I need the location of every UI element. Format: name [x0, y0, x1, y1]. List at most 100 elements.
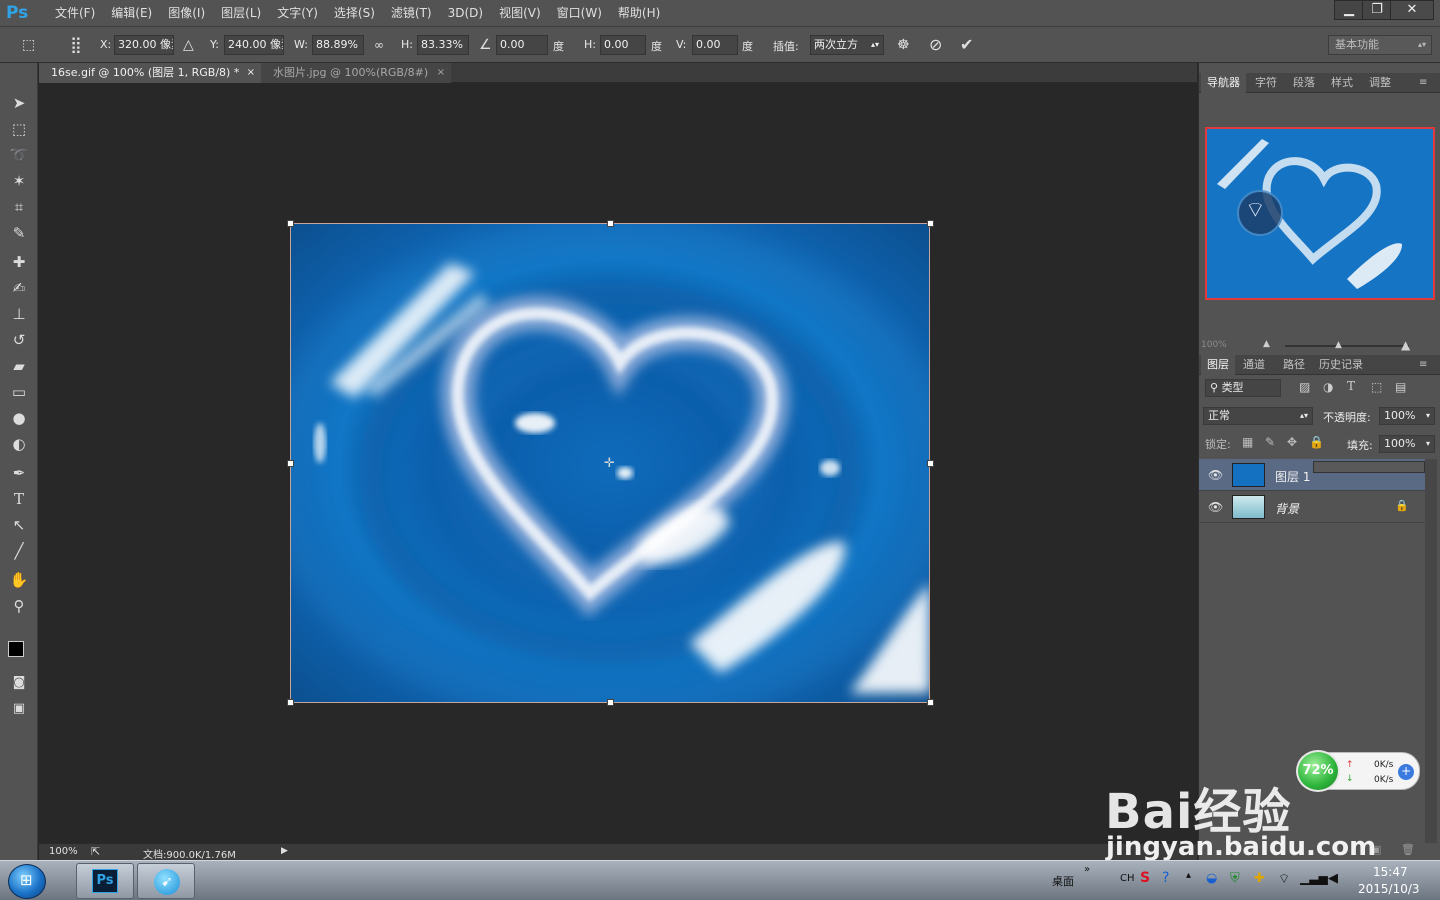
tab-water-jpg[interactable]: 水图片.jpg @ 100%(RGB/8#) × — [261, 63, 451, 83]
lasso-tool-icon[interactable]: ➰ — [8, 145, 30, 165]
restore-button[interactable]: ❐ — [1362, 0, 1392, 20]
hand-tool-icon[interactable]: ✋ — [8, 570, 30, 590]
quick-mask-icon[interactable]: ◙ — [8, 673, 30, 693]
tab-adjustments[interactable]: 调整 — [1369, 73, 1391, 93]
navigator-zoom-slider[interactable] — [1285, 345, 1409, 347]
tab-paths[interactable]: 路径 — [1283, 355, 1305, 375]
wifi-tray-icon[interactable]: ⌔ — [1278, 871, 1290, 887]
transform-tool-icon[interactable]: ⬚ — [22, 36, 35, 54]
layer-filter-select[interactable]: ⚲ 类型 — [1205, 379, 1281, 397]
transform-handle[interactable] — [607, 699, 614, 706]
transform-handle[interactable] — [927, 699, 934, 706]
fill-field[interactable]: 100% ▾ — [1379, 435, 1435, 453]
interpolation-select[interactable]: 两次立方 ▴▾ — [810, 35, 884, 55]
marquee-tool-icon[interactable]: ⬚ — [8, 119, 30, 139]
transform-handle[interactable] — [927, 220, 934, 227]
eraser-tool-icon[interactable]: ▰ — [8, 356, 30, 376]
h-field[interactable]: 83.33% — [417, 35, 469, 55]
tray-expand-icon[interactable]: ▴ — [1186, 870, 1191, 881]
export-icon[interactable]: ⇱ — [91, 845, 100, 858]
tab-channels[interactable]: 通道 — [1243, 355, 1265, 375]
zoom-tool-icon[interactable]: ⚲ — [8, 596, 30, 616]
tab-character[interactable]: 字符 — [1255, 73, 1277, 93]
lock-position-icon[interactable]: ✥ — [1287, 435, 1297, 449]
angle-field[interactable]: 0.00 — [496, 35, 548, 55]
lock-all-icon[interactable]: 🔒 — [1309, 435, 1324, 449]
reference-point-icon[interactable]: ⣿ — [70, 36, 82, 54]
network-tray-icon[interactable]: ◒ — [1206, 871, 1217, 886]
menu-image[interactable]: 图像(I) — [160, 0, 213, 27]
memory-percent-badge[interactable]: 72% — [1296, 750, 1340, 792]
zoom-out-icon[interactable]: ▲ — [1263, 339, 1270, 349]
navigator-zoom[interactable]: 100% — [1201, 340, 1227, 350]
close-button[interactable]: ✕ — [1390, 0, 1434, 20]
type-tool-icon[interactable]: T — [8, 489, 30, 509]
tab-paragraph[interactable]: 段落 — [1293, 73, 1315, 93]
transform-handle[interactable] — [607, 220, 614, 227]
blur-tool-icon[interactable]: ● — [8, 408, 30, 428]
transform-center-icon[interactable]: ✛ — [604, 456, 615, 471]
line-tool-icon[interactable]: ╱ — [8, 541, 30, 561]
tab-history[interactable]: 历史记录 — [1319, 355, 1363, 375]
delta-icon[interactable]: △ — [183, 36, 194, 54]
clock-date[interactable]: 2015/10/3 — [1358, 882, 1420, 896]
security-shield-icon[interactable]: ⛨ — [1230, 871, 1240, 886]
pen-tool-icon[interactable]: ✒ — [8, 463, 30, 483]
panel-menu-icon[interactable]: ≡ — [1419, 355, 1427, 375]
y-field[interactable]: 240.00 像素 — [224, 35, 284, 55]
screen-mode-icon[interactable]: ▣ — [8, 699, 30, 719]
cancel-transform-icon[interactable]: ⊘ — [929, 36, 942, 54]
app-tray-icon[interactable]: ✚ — [1254, 871, 1265, 886]
crop-tool-icon[interactable]: ⌗ — [8, 197, 30, 217]
history-brush-icon[interactable]: ↺ — [8, 330, 30, 350]
language-indicator[interactable]: CH — [1120, 873, 1135, 884]
boost-plus-icon[interactable]: + — [1398, 764, 1414, 780]
toolbar-expand-icon[interactable]: » — [1084, 864, 1090, 875]
signal-bars-icon[interactable]: ▁▃▅ — [1300, 871, 1328, 885]
layer-row-background[interactable]: 👁 背景 🔒 — [1199, 491, 1425, 523]
menu-type[interactable]: 文字(Y) — [269, 0, 326, 27]
layers-scrollbar[interactable] — [1425, 459, 1437, 843]
foreground-color-swatch[interactable] — [8, 641, 24, 657]
opacity-field[interactable]: 100% ▾ — [1379, 407, 1435, 425]
volume-icon[interactable]: ◀ — [1328, 871, 1338, 886]
tab-16se-gif[interactable]: 16se.gif @ 100% (图层 1, RGB/8) * × — [39, 63, 261, 83]
filter-type-icon[interactable]: T — [1347, 379, 1355, 393]
stamp-tool-icon[interactable]: ⊥ — [8, 304, 30, 324]
filter-smart-object-icon[interactable]: ▤ — [1395, 380, 1406, 394]
workspace-select[interactable]: 基本功能 ▴▾ — [1328, 35, 1432, 55]
zoom-in-icon[interactable]: ▲ — [1401, 338, 1410, 352]
transform-handle[interactable] — [287, 220, 294, 227]
commit-transform-icon[interactable]: ✔ — [960, 36, 973, 54]
gradient-tool-icon[interactable]: ▭ — [8, 382, 30, 402]
status-menu-arrow-icon[interactable]: ▶ — [281, 846, 288, 856]
menu-3d[interactable]: 3D(D) — [440, 0, 491, 27]
menu-select[interactable]: 选择(S) — [326, 0, 383, 27]
lock-pixels-icon[interactable]: ✎ — [1265, 435, 1275, 449]
visibility-eye-icon[interactable]: 👁 — [1208, 468, 1223, 482]
close-tab-icon[interactable]: × — [437, 63, 445, 83]
lock-transparency-icon[interactable]: ▦ — [1242, 435, 1253, 449]
zoom-slider-thumb[interactable]: ▲ — [1335, 340, 1342, 350]
desktop-toolbar-label[interactable]: 桌面 — [1052, 873, 1074, 889]
clock-time[interactable]: 15:47 — [1373, 865, 1408, 879]
menu-help[interactable]: 帮助(H) — [610, 0, 668, 27]
close-tab-icon[interactable]: × — [247, 63, 255, 83]
x-field[interactable]: 320.00 像素 — [114, 35, 174, 55]
menu-window[interactable]: 窗口(W) — [549, 0, 610, 27]
tab-navigator[interactable]: 导航器 — [1201, 73, 1246, 93]
zoom-level[interactable]: 100% — [49, 846, 78, 857]
transform-handle[interactable] — [287, 460, 294, 467]
delete-layer-icon[interactable]: 🗑 — [1401, 843, 1415, 856]
link-icon[interactable]: ∞ — [374, 36, 384, 54]
sogou-ime-icon[interactable]: S — [1140, 870, 1150, 886]
filter-shape-icon[interactable]: ⬚ — [1371, 380, 1382, 394]
blend-mode-select[interactable]: 正常 ▴▾ — [1203, 407, 1313, 425]
brush-tool-icon[interactable]: ✍ — [8, 278, 30, 298]
help-icon[interactable]: ? — [1162, 870, 1169, 886]
healing-brush-icon[interactable]: ✚ — [8, 252, 30, 272]
move-tool-icon[interactable]: ➤ — [8, 93, 30, 113]
filter-pixel-icon[interactable]: ▨ — [1299, 380, 1310, 394]
w-field[interactable]: 88.89% — [312, 35, 364, 55]
magic-wand-icon[interactable]: ✶ — [8, 171, 30, 191]
